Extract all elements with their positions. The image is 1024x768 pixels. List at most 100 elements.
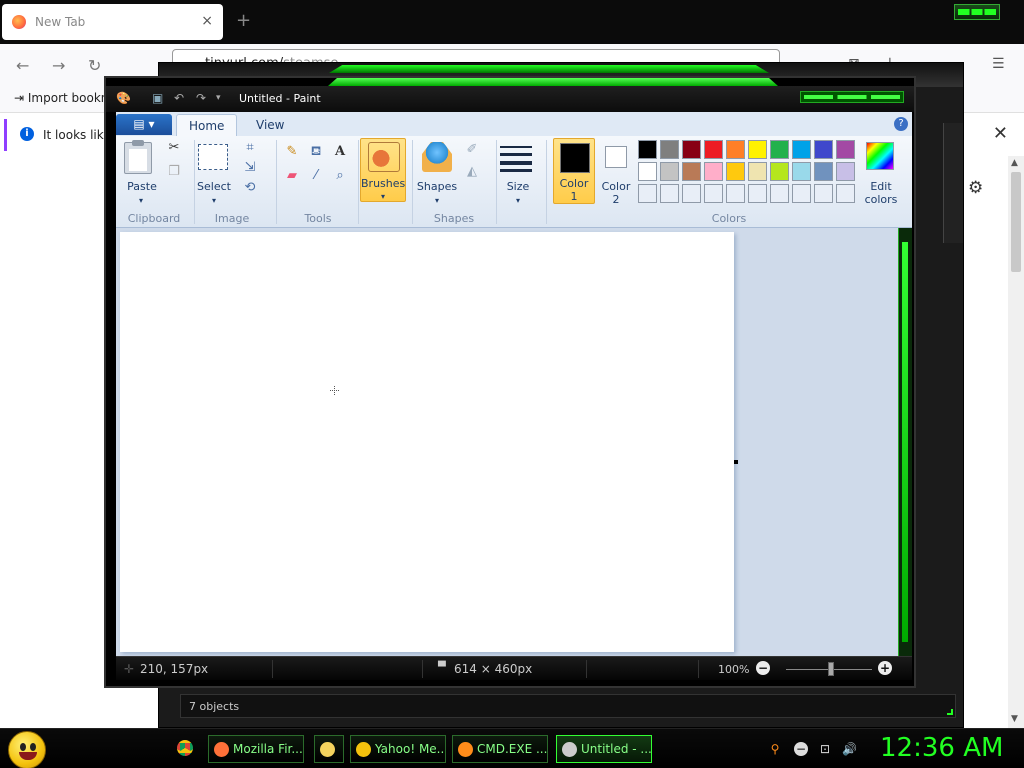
resize-grip[interactable] bbox=[947, 709, 953, 715]
fill-icon[interactable]: ◭ bbox=[462, 162, 482, 182]
paste-dropdown-icon[interactable]: ▾ bbox=[136, 194, 146, 207]
canvas-vertical-scrollbar[interactable] bbox=[898, 228, 912, 656]
scroll-down-icon[interactable]: ▼ bbox=[1011, 714, 1018, 724]
help-icon[interactable]: ? bbox=[894, 117, 908, 131]
palette-swatch[interactable] bbox=[748, 184, 767, 203]
color-picker-icon[interactable]: ⁄ bbox=[306, 166, 326, 186]
edit-colors-label[interactable]: Edit bbox=[860, 180, 902, 193]
palette-swatch[interactable] bbox=[792, 184, 811, 203]
palette-swatch[interactable] bbox=[638, 140, 657, 159]
taskbar-item[interactable]: CMD.EXE ... bbox=[452, 735, 548, 763]
zoom-in-button[interactable]: + bbox=[878, 661, 892, 675]
reload-icon[interactable]: ↻ bbox=[88, 56, 101, 75]
close-tab-icon[interactable]: × bbox=[201, 13, 213, 29]
zoom-slider-thumb[interactable] bbox=[828, 662, 834, 676]
undo-icon[interactable]: ↶ bbox=[174, 91, 184, 105]
customize-quick-access-icon[interactable]: ▾ bbox=[216, 93, 221, 107]
palette-swatch[interactable] bbox=[726, 140, 745, 159]
color2-label[interactable]: Color bbox=[596, 180, 636, 193]
redo-icon[interactable]: ↷ bbox=[196, 91, 206, 105]
brushes-button[interactable]: Brushes ▾ bbox=[360, 138, 406, 202]
tab-view[interactable]: View bbox=[244, 114, 296, 136]
resize-icon[interactable]: ⇲ bbox=[240, 158, 260, 178]
palette-swatch[interactable] bbox=[792, 162, 811, 181]
close-notification-icon[interactable]: ✕ bbox=[993, 123, 1008, 144]
import-bookmarks-link[interactable]: ⇥ Import bookn bbox=[14, 91, 108, 105]
taskbar-item[interactable]: Untitled - ... bbox=[556, 735, 652, 763]
palette-swatch[interactable] bbox=[682, 140, 701, 159]
edit-colors-label-2[interactable]: colors bbox=[860, 193, 902, 206]
cut-icon[interactable]: ✂ bbox=[164, 138, 184, 158]
select-icon[interactable] bbox=[198, 144, 228, 170]
canvas-resize-handle[interactable] bbox=[734, 460, 738, 464]
start-button[interactable] bbox=[8, 731, 46, 768]
outline-icon[interactable]: ✐ bbox=[462, 140, 482, 160]
palette-swatch[interactable] bbox=[660, 162, 679, 181]
size-dropdown-icon[interactable]: ▾ bbox=[513, 194, 523, 207]
new-tab-button[interactable]: + bbox=[236, 10, 251, 31]
notification-icon[interactable]: − bbox=[794, 742, 808, 756]
scrollbar-track[interactable] bbox=[902, 242, 908, 642]
drawing-canvas[interactable] bbox=[120, 232, 734, 652]
palette-swatch[interactable] bbox=[748, 140, 767, 159]
palette-swatch[interactable] bbox=[836, 184, 855, 203]
palette-swatch[interactable] bbox=[726, 162, 745, 181]
gear-icon[interactable]: ⚙ bbox=[968, 178, 983, 198]
palette-swatch[interactable] bbox=[836, 140, 855, 159]
paste-icon[interactable] bbox=[124, 140, 152, 174]
tab-home[interactable]: Home bbox=[176, 114, 238, 136]
palette-swatch[interactable] bbox=[770, 140, 789, 159]
chrome-icon[interactable] bbox=[177, 740, 193, 756]
file-menu-button[interactable]: ▤ ▾ bbox=[116, 114, 172, 135]
firefox-scrollbar[interactable]: ▲ ▼ bbox=[1008, 156, 1024, 728]
back-arrow-icon[interactable]: ← bbox=[16, 56, 29, 75]
crop-icon[interactable]: ⌗ bbox=[240, 138, 260, 158]
select-button-label[interactable]: Select bbox=[194, 180, 234, 193]
palette-swatch[interactable] bbox=[660, 184, 679, 203]
firefox-tab[interactable]: New Tab × bbox=[2, 4, 223, 40]
scroll-thumb[interactable] bbox=[1011, 172, 1021, 272]
palette-swatch[interactable] bbox=[682, 162, 701, 181]
taskbar-item[interactable]: Yahoo! Me... bbox=[350, 735, 446, 763]
color2-swatch[interactable] bbox=[605, 146, 627, 168]
taskbar-item[interactable]: Mozilla Fir... bbox=[208, 735, 304, 763]
rotate-icon[interactable]: ⟲ bbox=[240, 178, 260, 198]
palette-swatch[interactable] bbox=[814, 184, 833, 203]
copy-icon[interactable]: ❐ bbox=[164, 162, 184, 182]
palette-swatch[interactable] bbox=[682, 184, 701, 203]
zoom-out-button[interactable]: − bbox=[756, 661, 770, 675]
shapes-dropdown-icon[interactable]: ▾ bbox=[432, 194, 442, 207]
palette-swatch[interactable] bbox=[704, 140, 723, 159]
palette-swatch[interactable] bbox=[704, 184, 723, 203]
forward-arrow-icon[interactable]: → bbox=[52, 56, 65, 75]
size-icon[interactable] bbox=[500, 146, 532, 172]
paint-window-controls[interactable] bbox=[800, 91, 904, 103]
color1-button[interactable]: Color 1 bbox=[553, 138, 595, 204]
palette-swatch[interactable] bbox=[638, 162, 657, 181]
select-dropdown-icon[interactable]: ▾ bbox=[209, 194, 219, 207]
palette-swatch[interactable] bbox=[770, 162, 789, 181]
pencil-icon[interactable]: ✎ bbox=[282, 142, 302, 162]
palette-swatch[interactable] bbox=[638, 184, 657, 203]
palette-swatch[interactable] bbox=[726, 184, 745, 203]
text-tool-icon[interactable]: A bbox=[330, 142, 350, 162]
search-icon[interactable]: ⚲ bbox=[768, 742, 782, 756]
taskbar-item[interactable] bbox=[314, 735, 344, 763]
firefox-window-controls[interactable] bbox=[954, 4, 1000, 20]
palette-swatch[interactable] bbox=[748, 162, 767, 181]
save-icon[interactable]: ▣ bbox=[152, 91, 163, 105]
menu-icon[interactable]: ☰ bbox=[992, 56, 1005, 72]
edit-colors-icon[interactable] bbox=[866, 142, 894, 170]
scroll-up-icon[interactable]: ▲ bbox=[1011, 158, 1018, 168]
palette-swatch[interactable] bbox=[660, 140, 679, 159]
taskbar-clock[interactable]: 12:36 AM bbox=[880, 733, 1003, 763]
palette-swatch[interactable] bbox=[836, 162, 855, 181]
fill-bucket-icon[interactable]: ⛾ bbox=[306, 142, 326, 162]
paste-button-label[interactable]: Paste bbox=[120, 180, 164, 193]
shapes-button-label[interactable]: Shapes bbox=[414, 180, 460, 193]
palette-swatch[interactable] bbox=[704, 162, 723, 181]
paint-app-icon[interactable]: 🎨 bbox=[116, 91, 131, 105]
magnifier-icon[interactable]: ⌕ bbox=[330, 166, 350, 186]
eraser-icon[interactable]: ▰ bbox=[282, 166, 302, 186]
palette-swatch[interactable] bbox=[770, 184, 789, 203]
